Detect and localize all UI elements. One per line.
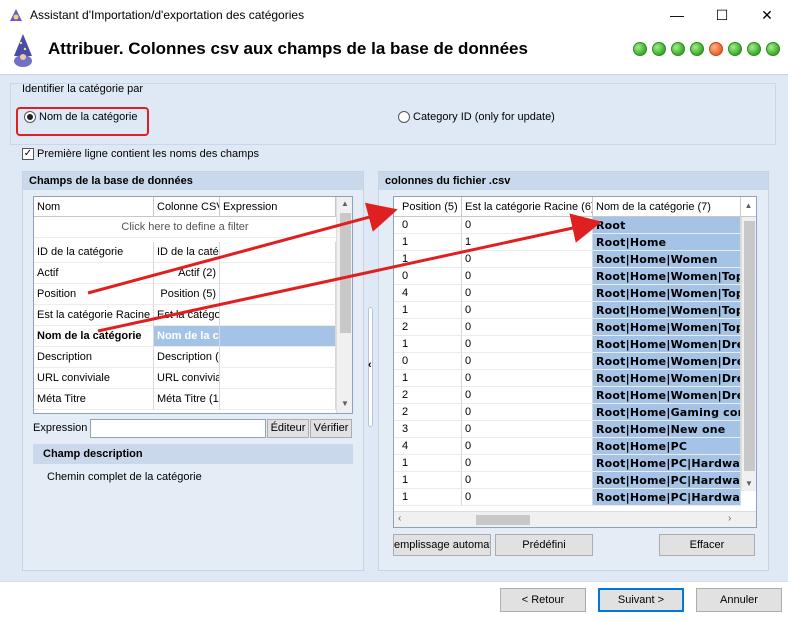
app-icon xyxy=(10,9,22,21)
footer: < Retour Suivant > Annuler xyxy=(0,581,788,621)
window-title: Assistant d'Importation/d'exportation de… xyxy=(30,8,305,22)
wizard-header: Attribuer. Colonnes csv aux champs de la… xyxy=(0,30,788,74)
maximize-button[interactable]: ☐ xyxy=(707,4,737,26)
next-button[interactable]: Suivant > xyxy=(598,588,684,612)
step-dot xyxy=(728,42,742,56)
cancel-button[interactable]: Annuler xyxy=(696,588,782,612)
annotation-arrow-position xyxy=(87,202,398,295)
step-dot xyxy=(652,42,666,56)
minimize-button[interactable]: — xyxy=(662,4,692,26)
annotation-arrows xyxy=(87,202,602,333)
page-title: Attribuer. Colonnes csv aux champs de la… xyxy=(48,39,528,58)
title-bar: Assistant d'Importation/d'exportation de… xyxy=(0,0,788,30)
step-dot xyxy=(766,42,780,56)
close-button[interactable]: ✕ xyxy=(752,4,782,26)
main-area: Identifier la catégorie par Nom de la ca… xyxy=(0,74,788,581)
back-button[interactable]: < Retour xyxy=(500,588,586,612)
step-dot-current xyxy=(709,42,723,56)
step-dot xyxy=(633,42,647,56)
step-dot xyxy=(671,42,685,56)
annotation-arrow-name xyxy=(97,213,602,333)
wizard-icon xyxy=(14,34,32,67)
step-dot xyxy=(690,42,704,56)
step-dot xyxy=(747,42,761,56)
step-indicator xyxy=(633,42,780,56)
